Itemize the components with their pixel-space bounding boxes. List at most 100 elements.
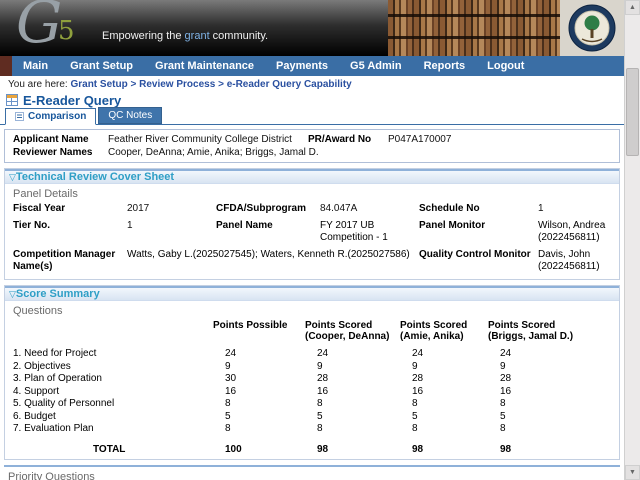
tagline: Empowering the grant community.	[102, 30, 268, 42]
nav-item-main[interactable]: Main	[12, 60, 59, 72]
panel-details-row-1: Fiscal Year 2017 CFDA/Subprogram 84.047A…	[13, 203, 611, 215]
score-value: 24	[488, 348, 611, 361]
score-value: 9	[213, 361, 305, 374]
column-header-line1: Points Scored	[488, 320, 555, 331]
score-value: 24	[305, 348, 400, 361]
cover-sheet-section-bar: ▽ Technical Review Cover Sheet	[5, 169, 619, 184]
score-table-row: 1. Need for Project 24 24 24 24	[13, 348, 611, 361]
nav-item-g5-admin[interactable]: G5 Admin	[339, 60, 413, 72]
questions-label: Questions	[5, 301, 619, 318]
panel-details-row-3: Competition Manager Name(s) Watts, Gaby …	[13, 249, 611, 273]
nav-item-grant-setup[interactable]: Grant Setup	[59, 60, 144, 72]
column-header-line1: Points Possible	[213, 320, 287, 331]
score-row-label: 5. Quality of Personnel	[13, 398, 213, 411]
score-table-row: 3. Plan of Operation 30 28 28 28	[13, 373, 611, 386]
main-nav: Main Grant Setup Grant Maintenance Payme…	[0, 56, 624, 76]
technical-review-cover-sheet-section: ▽ Technical Review Cover Sheet Panel Det…	[4, 168, 620, 280]
panel-details-label: Panel Details	[5, 184, 619, 201]
scrollbar-thumb[interactable]	[626, 68, 639, 156]
g5-logo: G	[16, 0, 62, 56]
tagline-pre: Empowering the	[102, 30, 185, 42]
collapse-arrow-icon[interactable]: ▽	[9, 290, 16, 299]
score-value: 28	[488, 373, 611, 386]
tagline-highlight: grant	[185, 30, 210, 42]
column-header-line2: (Cooper, DeAnna)	[305, 331, 389, 342]
g5-application-window: G 5 Empowering the grant community. Main…	[0, 0, 640, 480]
score-value: 16	[400, 386, 488, 399]
collapse-arrow-icon[interactable]: ▽	[9, 173, 16, 182]
total-value: 98	[305, 444, 400, 457]
score-summary-table: Points Possible Points Scored (Cooper, D…	[5, 318, 619, 459]
reviewer-names-label: Reviewer Names	[13, 146, 108, 159]
panel-name-value: FY 2017 UB Competition - 1	[320, 220, 415, 244]
breadcrumb-link-ereader-query-capability[interactable]: e-Reader Query Capability	[227, 79, 352, 90]
tab-qc-notes[interactable]: QC Notes	[98, 107, 162, 124]
score-table-row: 4. Support 16 16 16 16	[13, 386, 611, 399]
comparison-tab-icon	[15, 112, 24, 121]
total-label: TOTAL	[13, 444, 213, 457]
total-value: 100	[213, 444, 305, 457]
pr-award-label: PR/Award No	[308, 133, 388, 146]
score-row-label: 1. Need for Project	[13, 348, 213, 361]
panel-details-grid: Fiscal Year 2017 CFDA/Subprogram 84.047A…	[5, 201, 619, 279]
score-table-row: 2. Objectives 9 9 9 9	[13, 361, 611, 374]
competition-manager-value: Watts, Gaby L.(2025027545); Waters, Kenn…	[127, 249, 415, 273]
department-of-education-seal-icon	[568, 4, 616, 52]
score-table-row: 6. Budget 5 5 5 5	[13, 411, 611, 424]
score-value: 28	[400, 373, 488, 386]
score-row-label: 2. Objectives	[13, 361, 213, 374]
vertical-scrollbar[interactable]: ▲ ▼	[624, 0, 640, 480]
nav-item-logout[interactable]: Logout	[476, 60, 535, 72]
column-header-questions-empty	[13, 320, 213, 342]
column-header-line1: Points Scored	[305, 320, 372, 331]
ereader-query-page-icon	[6, 94, 18, 106]
breadcrumb-separator: >	[130, 79, 136, 90]
scrollbar-up-arrow[interactable]: ▲	[625, 0, 640, 15]
total-value: 98	[488, 444, 611, 457]
column-header-points-scored-cooper: Points Scored (Cooper, DeAnna)	[305, 320, 400, 342]
breadcrumb-link-grant-setup[interactable]: Grant Setup	[70, 79, 127, 90]
panel-details-row-2: Tier No. 1 Panel Name FY 2017 UB Competi…	[13, 220, 611, 244]
panel-monitor-label: Panel Monitor	[419, 220, 534, 244]
breadcrumb-link-review-process[interactable]: Review Process	[139, 79, 215, 90]
score-value: 8	[488, 423, 611, 436]
applicant-info-panel: Applicant Name Feather River Community C…	[4, 129, 620, 163]
score-summary-section-bar: ▽ Score Summary	[5, 286, 619, 301]
competition-manager-label: Competition Manager Name(s)	[13, 249, 123, 273]
column-header-points-possible: Points Possible	[213, 320, 305, 342]
score-value: 8	[305, 423, 400, 436]
nav-item-reports[interactable]: Reports	[413, 60, 477, 72]
score-row-label: 3. Plan of Operation	[13, 373, 213, 386]
score-value: 24	[400, 348, 488, 361]
library-books-image	[388, 0, 560, 56]
page-title-row: E-Reader Query	[0, 91, 624, 108]
cfda-subprogram-value: 84.047A	[320, 203, 415, 215]
tab-qc-notes-label: QC Notes	[108, 110, 152, 121]
applicant-info-row-1: Applicant Name Feather River Community C…	[13, 133, 611, 146]
breadcrumb-separator: >	[218, 79, 224, 90]
score-value: 16	[305, 386, 400, 399]
column-header-line2: (Amie, Anika)	[400, 331, 464, 342]
score-value: 5	[305, 411, 400, 424]
scrollbar-down-arrow[interactable]: ▼	[625, 465, 640, 480]
tab-comparison[interactable]: Comparison	[5, 108, 96, 125]
applicant-name-label: Applicant Name	[13, 133, 108, 146]
column-header-line2: (Briggs, Jamal D.)	[488, 331, 573, 342]
g5-logo-numeral: 5	[58, 16, 75, 46]
fiscal-year-label: Fiscal Year	[13, 203, 123, 215]
column-header-points-scored-briggs: Points Scored (Briggs, Jamal D.)	[488, 320, 611, 342]
cfda-subprogram-label: CFDA/Subprogram	[216, 203, 316, 215]
total-value: 98	[400, 444, 488, 457]
score-value: 8	[400, 423, 488, 436]
nav-item-payments[interactable]: Payments	[265, 60, 339, 72]
score-value: 9	[400, 361, 488, 374]
breadcrumb: You are here: Grant Setup > Review Proce…	[0, 76, 624, 91]
app-header: G 5 Empowering the grant community.	[0, 0, 624, 56]
fiscal-year-value: 2017	[127, 203, 212, 215]
score-value: 8	[213, 423, 305, 436]
score-value: 9	[305, 361, 400, 374]
nav-item-grant-maintenance[interactable]: Grant Maintenance	[144, 60, 265, 72]
score-value: 8	[400, 398, 488, 411]
tagline-post: community.	[210, 30, 268, 42]
score-value: 16	[488, 386, 611, 399]
